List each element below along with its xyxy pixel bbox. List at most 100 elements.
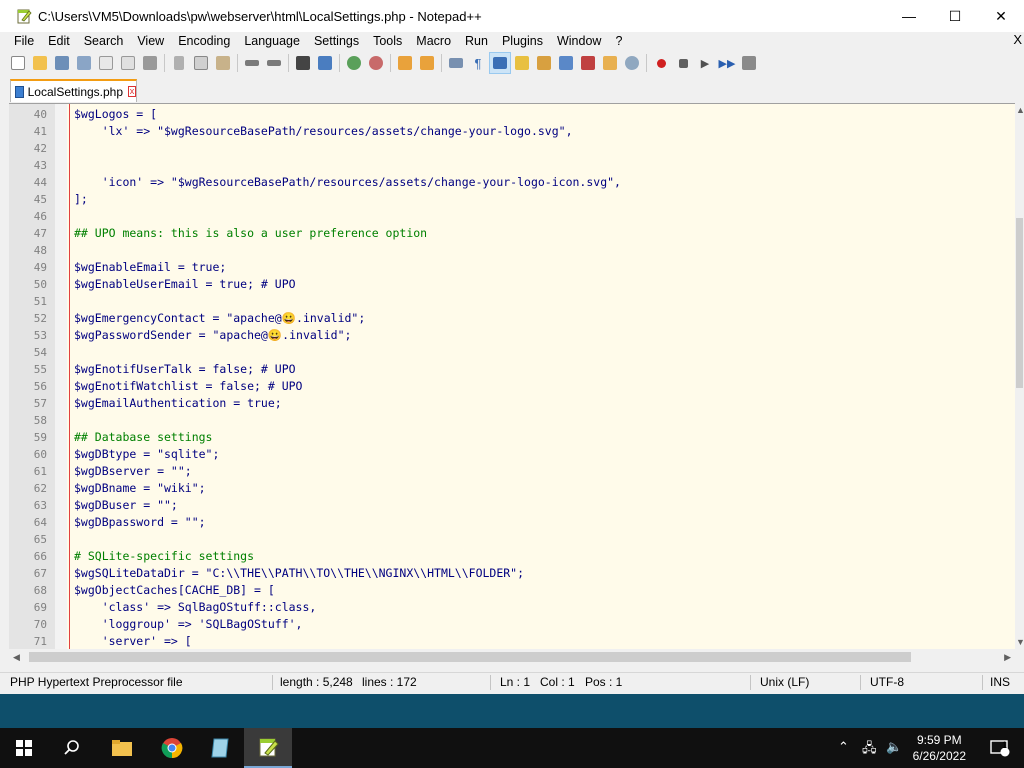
close-button[interactable]: ✕ — [978, 0, 1024, 32]
status-encoding[interactable]: UTF-8 — [870, 675, 904, 689]
show-hidden-icons-icon[interactable]: ⌃ — [838, 739, 849, 755]
scroll-down-icon[interactable]: ▼ — [1016, 637, 1024, 647]
find-button[interactable] — [293, 53, 313, 73]
code-line[interactable]: 40 $wgLogos = [ — [9, 106, 1015, 123]
scroll-left-icon[interactable]: ◀ — [13, 652, 20, 663]
code-line[interactable]: 71 'server' => [ — [9, 633, 1015, 649]
code-line[interactable]: 52 $wgEmergencyContact = "apache@😀.invali… — [9, 310, 1015, 327]
code-line[interactable]: 46 — [9, 208, 1015, 225]
start-button[interactable] — [0, 728, 48, 768]
zoom-in-button[interactable] — [344, 53, 364, 73]
code-line[interactable]: 68 $wgObjectCaches[CACHE_DB] = [ — [9, 582, 1015, 599]
code-line[interactable]: 56 $wgEnotifWatchlist = false; # UPO — [9, 378, 1015, 395]
code-line[interactable]: 63 $wgDBuser = ""; — [9, 497, 1015, 514]
code-line[interactable]: 60 $wgDBtype = "sqlite"; — [9, 446, 1015, 463]
cut-button[interactable] — [169, 53, 189, 73]
code-line[interactable]: 70 'loggroup' => 'SQLBagOStuff', — [9, 616, 1015, 633]
minimize-button[interactable]: — — [886, 0, 932, 32]
menu-language[interactable]: Language — [237, 32, 307, 50]
code-line[interactable]: 69 'class' => SqlBagOStuff::class, — [9, 599, 1015, 616]
close-document-button[interactable]: X — [1013, 32, 1022, 47]
menu-window[interactable]: Window — [550, 32, 608, 50]
sync-vertical-button[interactable] — [395, 53, 415, 73]
taskbar-chrome[interactable] — [148, 728, 196, 768]
menu-help[interactable]: ? — [608, 32, 629, 50]
code-line[interactable]: 47 ## UPO means: this is also a user pref… — [9, 225, 1015, 242]
code-line[interactable]: 65 — [9, 531, 1015, 548]
code-editor[interactable]: 40 $wgLogos = [41 'lx' => "$wgResourceBas… — [9, 103, 1015, 649]
doc-list-button[interactable] — [556, 53, 576, 73]
title-bar[interactable]: C:\Users\VM5\Downloads\pw\webserver\html… — [0, 0, 1024, 32]
save-all-button[interactable] — [74, 53, 94, 73]
code-line[interactable]: 49 $wgEnableEmail = true; — [9, 259, 1015, 276]
print-button[interactable] — [140, 53, 160, 73]
menu-tools[interactable]: Tools — [366, 32, 409, 50]
code-line[interactable]: 41 'lx' => "$wgResourceBasePath/resource… — [9, 123, 1015, 140]
macro-record-button[interactable] — [651, 53, 671, 73]
code-line[interactable]: 54 — [9, 344, 1015, 361]
code-line[interactable]: 44 'icon' => "$wgResourceBasePath/resour… — [9, 174, 1015, 191]
tab-close-icon[interactable]: x — [128, 86, 136, 97]
taskbar-file-explorer[interactable] — [98, 728, 146, 768]
code-line[interactable]: 48 — [9, 242, 1015, 259]
code-line[interactable]: 59 ## Database settings — [9, 429, 1015, 446]
indent-guide-button[interactable] — [489, 52, 511, 74]
code-line[interactable]: 55 $wgEnotifUserTalk = false; # UPO — [9, 361, 1015, 378]
function-list-button[interactable] — [578, 53, 598, 73]
taskbar-notepad[interactable] — [196, 728, 244, 768]
code-line[interactable]: 61 $wgDBserver = ""; — [9, 463, 1015, 480]
macro-save-button[interactable] — [739, 53, 759, 73]
network-icon[interactable]: 🖧 — [862, 739, 877, 761]
open-file-button[interactable] — [30, 53, 50, 73]
taskbar-clock[interactable]: 9:59 PM 6/26/2022 — [913, 732, 966, 764]
scroll-up-icon[interactable]: ▲ — [1016, 105, 1024, 115]
horizontal-scroll-thumb[interactable] — [29, 652, 911, 662]
code-line[interactable]: 45]; — [9, 191, 1015, 208]
maximize-button[interactable]: ☐ — [932, 0, 978, 32]
menu-plugins[interactable]: Plugins — [495, 32, 550, 50]
code-line[interactable]: 66 # SQLite-specific settings — [9, 548, 1015, 565]
taskbar-notepadpp[interactable] — [244, 728, 292, 768]
folder-workspace-button[interactable] — [600, 53, 620, 73]
monitoring-button[interactable] — [622, 53, 642, 73]
save-button[interactable] — [52, 53, 72, 73]
scroll-right-icon[interactable]: ▶ — [1004, 652, 1011, 663]
horizontal-scrollbar[interactable]: ◀ ▶ — [9, 649, 1015, 665]
status-eol[interactable]: Unix (LF) — [760, 675, 809, 689]
doc-map-button[interactable] — [534, 53, 554, 73]
word-wrap-button[interactable] — [446, 53, 466, 73]
code-line[interactable]: 53 $wgPasswordSender = "apache@😀.invalid"… — [9, 327, 1015, 344]
replace-button[interactable] — [315, 53, 335, 73]
udl-button[interactable] — [512, 53, 532, 73]
tab-localsettings[interactable]: LocalSettings.php x — [10, 79, 137, 102]
menu-encoding[interactable]: Encoding — [171, 32, 237, 50]
menu-run[interactable]: Run — [458, 32, 495, 50]
code-line[interactable]: 62 $wgDBname = "wiki"; — [9, 480, 1015, 497]
taskbar-search-button[interactable] — [48, 728, 96, 768]
status-insert-mode[interactable]: INS — [990, 675, 1010, 689]
volume-icon[interactable]: 🔈 — [886, 739, 902, 755]
new-file-button[interactable] — [8, 53, 28, 73]
code-line[interactable]: 42 — [9, 140, 1015, 157]
menu-view[interactable]: View — [130, 32, 171, 50]
action-center-button[interactable]: 1 — [976, 728, 1024, 768]
code-line[interactable]: 51 — [9, 293, 1015, 310]
redo-button[interactable] — [264, 53, 284, 73]
zoom-out-button[interactable] — [366, 53, 386, 73]
code-line[interactable]: 67 $wgSQLiteDataDir = "C:\\THE\\PATH\\TO\… — [9, 565, 1015, 582]
copy-button[interactable] — [191, 53, 211, 73]
macro-run-multiple-button[interactable]: ▶▶ — [717, 53, 737, 73]
code-line[interactable]: 50 $wgEnableUserEmail = true; # UPO — [9, 276, 1015, 293]
vertical-scrollbar[interactable]: ▲ ▼ — [1015, 103, 1024, 649]
macro-stop-button[interactable] — [673, 53, 693, 73]
menu-search[interactable]: Search — [77, 32, 131, 50]
close-all-button[interactable] — [118, 53, 138, 73]
menu-macro[interactable]: Macro — [409, 32, 458, 50]
menu-settings[interactable]: Settings — [307, 32, 366, 50]
code-line[interactable]: 64 $wgDBpassword = ""; — [9, 514, 1015, 531]
code-line[interactable]: 43 — [9, 157, 1015, 174]
code-line[interactable]: 58 — [9, 412, 1015, 429]
code-line[interactable]: 57 $wgEmailAuthentication = true; — [9, 395, 1015, 412]
macro-play-button[interactable]: ▶ — [695, 53, 715, 73]
close-file-button[interactable] — [96, 53, 116, 73]
